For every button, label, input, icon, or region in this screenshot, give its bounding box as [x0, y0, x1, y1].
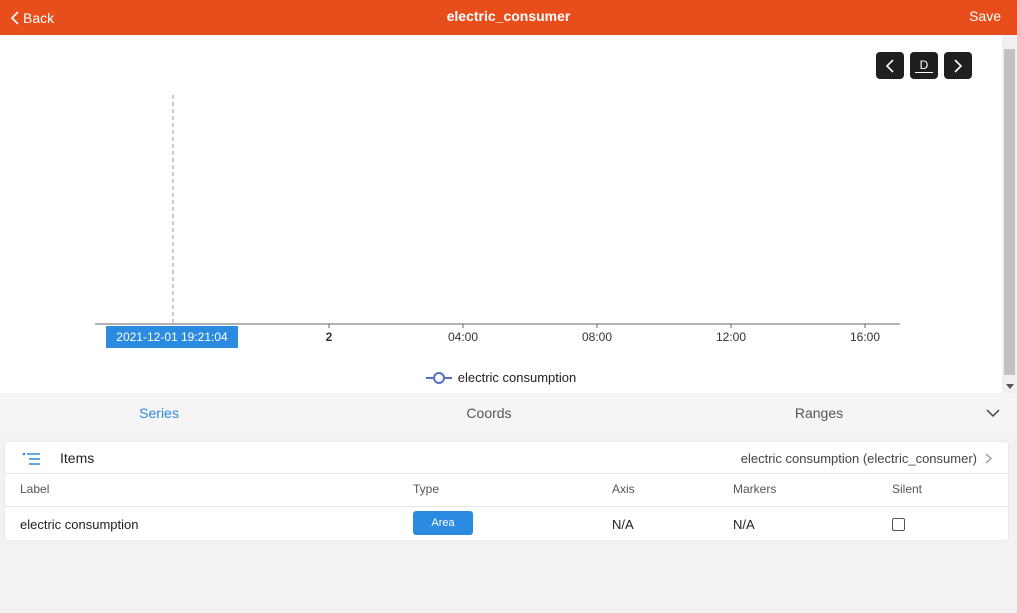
x-tick-label: 2: [326, 330, 333, 344]
config-tabs: Series Coords Ranges: [0, 394, 1017, 432]
period-nav: D: [876, 52, 972, 79]
back-button[interactable]: Back: [10, 0, 54, 35]
tab-series[interactable]: Series: [139, 394, 179, 432]
items-title: Items: [60, 450, 95, 466]
legend-marker-icon: [425, 371, 452, 384]
items-source-label: electric consumption (electric_consumer): [740, 450, 977, 466]
chevron-right-icon: [985, 453, 992, 463]
row-divider: [5, 506, 1008, 507]
chevron-left-icon: [10, 10, 19, 25]
x-tick-label: 04:00: [448, 330, 478, 344]
series-label-cell[interactable]: electric consumption: [20, 517, 139, 532]
period-label: D: [914, 59, 934, 73]
save-button[interactable]: Save: [969, 0, 1001, 35]
prev-period-button[interactable]: [876, 52, 904, 79]
items-card: Items electric consumption (electric_con…: [5, 442, 1008, 540]
tab-coords[interactable]: Coords: [466, 394, 511, 432]
chart-canvas[interactable]: 2 04:00 08:00 12:00 16:00 2021-12-01 19:21:04: [0, 35, 1002, 393]
column-header-label: Label: [20, 482, 50, 496]
series-axis-cell[interactable]: N/A: [612, 517, 634, 532]
page-title: electric_consumer: [446, 8, 571, 24]
back-label: Back: [23, 9, 55, 26]
period-select-button[interactable]: D: [910, 52, 938, 79]
items-header: Items electric consumption (electric_con…: [5, 442, 1008, 474]
legend-label: electric consumption: [457, 370, 577, 385]
chart-panel: 2 04:00 08:00 12:00 16:00 2021-12-01 19:21:04…: [0, 35, 1002, 393]
column-header-type: Type: [413, 482, 440, 496]
x-tick-label: 08:00: [582, 330, 612, 344]
next-period-button[interactable]: [944, 52, 972, 79]
chevron-right-icon: [954, 58, 963, 73]
x-tick-label: 12:00: [716, 330, 746, 344]
column-header-silent: Silent: [892, 482, 923, 496]
app-header: Back electric_consumer Save: [0, 0, 1017, 35]
items-source-link[interactable]: electric consumption (electric_consumer): [741, 442, 992, 474]
cursor-badge-label: 2021-12-01 19:21:04: [116, 330, 228, 344]
x-tick-label: 16:00: [850, 330, 880, 344]
chevron-down-icon[interactable]: [985, 406, 1001, 420]
chart-scrollbar[interactable]: [1002, 35, 1017, 393]
column-header-axis: Axis: [612, 482, 635, 496]
chevron-left-icon: [885, 58, 894, 73]
chart-legend[interactable]: electric consumption: [0, 370, 1002, 385]
silent-checkbox[interactable]: [892, 518, 905, 531]
list-icon: [22, 452, 40, 465]
tab-ranges[interactable]: Ranges: [795, 394, 843, 432]
series-markers-cell[interactable]: N/A: [733, 517, 755, 532]
series-type-button[interactable]: Area: [413, 511, 473, 535]
column-header-markers: Markers: [733, 482, 777, 496]
scroll-thumb[interactable]: [1004, 49, 1015, 375]
scroll-down-arrow-icon[interactable]: [1006, 384, 1014, 389]
